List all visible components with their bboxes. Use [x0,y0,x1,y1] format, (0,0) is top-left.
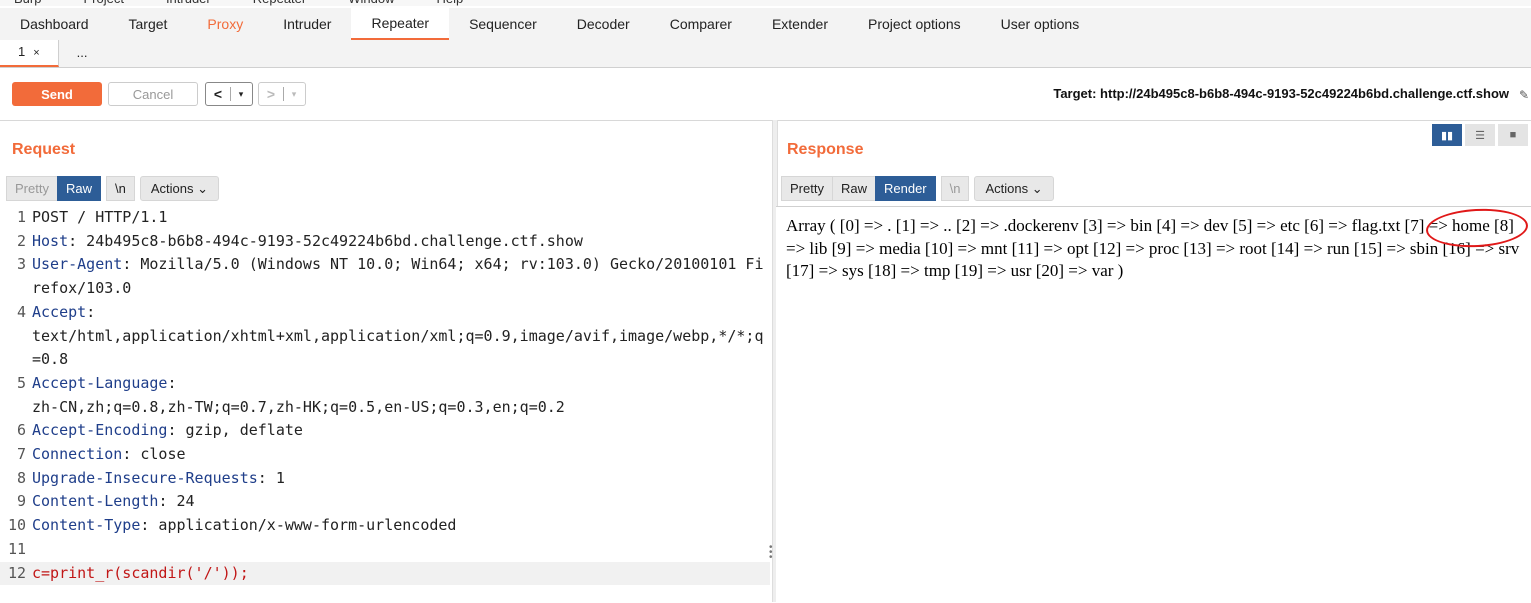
dropdown-icon[interactable]: ▾ [231,89,251,100]
request-editor[interactable]: 1 POST / HTTP/1.1 2 Host: 24b495c8-b6b8-49… [0,206,770,602]
request-line: 11 [0,538,770,562]
header-value: : 24b495c8-b6b8-494c-9193-52c49224b6bd.c… [68,231,583,250]
tab-repeater[interactable]: Repeater [351,8,450,40]
request-line: 1 POST / HTTP/1.1 [0,206,770,230]
header-name: Upgrade-Insecure-Requests [32,468,258,487]
line-number: 9 [16,492,26,511]
request-line-text: POST / HTTP/1.1 [32,208,168,226]
layout-toggle: ▮▮ ☰ ■ [1432,124,1531,146]
request-pretty-button[interactable]: Pretty [6,176,58,201]
repeater-tab-new[interactable]: ... [59,40,106,67]
response-newline-button[interactable]: \n [940,176,970,201]
request-view-buttons: Pretty Raw \n Actions ⌄ [6,176,219,201]
line-number: 12 [7,563,26,582]
response-title: Response [787,141,864,158]
header-value: : close [122,445,186,464]
header-value: : text/html,application/xhtml+xml,applic… [32,302,764,369]
response-raw-button[interactable]: Raw [831,176,876,201]
header-name: Accept-Language [32,373,168,392]
rendered-output: Array ( [0] => . [1] => .. [2] => .docke… [786,216,1520,280]
request-line: 5 Accept-Language: zh-CN,zh;q=0.8,zh-TW;q… [0,372,770,419]
line-number: 1 [16,208,26,226]
line-number: 2 [16,231,26,250]
line-number: 3 [16,255,26,274]
tab-target[interactable]: Target [109,8,188,40]
pencil-icon[interactable]: ✎ [1519,88,1529,102]
chevron-left-icon: < [213,86,223,102]
request-line: 10 Content-Type: application/x-www-form-u… [0,514,770,538]
header-value: : 24 [158,492,195,511]
tab-sequencer[interactable]: Sequencer [449,8,557,40]
send-button[interactable]: Send [12,82,102,106]
request-line: 6 Accept-Encoding: gzip, deflate [0,419,770,443]
header-value: : gzip, deflate [167,421,303,440]
dropdown-icon[interactable]: ▾ [284,89,304,100]
menu-bar: BurpProjectIntruderRepeaterWindowHelp [0,0,1531,6]
repeater-tab-1[interactable]: 1 × [0,40,59,67]
request-line: 2 Host: 24b495c8-b6b8-494c-9193-52c49224b… [0,230,770,254]
header-value: : Mozilla/5.0 (Windows NT 10.0; Win64; x… [32,255,764,298]
history-forward-button[interactable]: > ▾ [258,82,306,106]
request-body-line: 12 c=print_r(scandir('/')); [0,561,770,586]
repeater-subtab-bar: 1 × ... [0,40,1531,68]
tab-decoder[interactable]: Decoder [557,8,650,40]
request-line: 4 Accept: text/html,application/xhtml+xml… [0,301,770,372]
tab-comparer[interactable]: Comparer [650,8,752,40]
header-value: : 1 [257,468,285,487]
request-body: c=print_r(scandir('/')); [32,563,249,582]
rows-layout-icon[interactable]: ☰ [1465,124,1495,146]
main-tab-bar: Dashboard Target Proxy Intruder Repeater… [0,8,1531,41]
tab-extender[interactable]: Extender [752,8,848,40]
request-actions-button[interactable]: Actions ⌄ [139,176,219,201]
tab-dashboard[interactable]: Dashboard [0,8,109,40]
request-line: 9 Content-Length: 24 [0,490,770,514]
columns-layout-icon[interactable]: ▮▮ [1432,124,1462,146]
request-raw-button[interactable]: Raw [56,176,101,201]
header-name: Content-Type [32,516,141,535]
response-render-button[interactable]: Render [874,176,936,201]
response-pretty-button[interactable]: Pretty [781,176,833,201]
request-line: 3 User-Agent: Mozilla/5.0 (Windows NT 10.… [0,253,770,300]
line-number: 11 [7,539,26,558]
header-name: User-Agent [32,255,123,274]
line-number: 10 [7,516,26,535]
header-value: : application/x-www-form-urlencoded [140,516,457,535]
tab-project-options[interactable]: Project options [848,8,981,40]
tab-intruder[interactable]: Intruder [263,8,351,40]
close-icon[interactable]: × [33,47,39,59]
repeater-toolbar: Send Cancel < ▾ > ▾ Target: http://24b49… [0,68,1531,121]
request-title: Request [12,141,76,158]
line-number: 6 [16,421,26,440]
header-name: Content-Length [32,492,159,511]
response-render-view[interactable]: Array ( [0] => . [1] => .. [2] => .docke… [776,206,1531,603]
tab-proxy[interactable]: Proxy [187,8,263,40]
header-name: Connection [32,445,123,464]
tab-user-options[interactable]: User options [981,8,1100,40]
chevron-right-icon: > [266,86,276,102]
repeater-tab-label: 1 [18,44,26,59]
request-newline-button[interactable]: \n [105,176,135,201]
request-line: 8 Upgrade-Insecure-Requests: 1 [0,467,770,491]
line-number: 5 [16,373,26,392]
line-number: 4 [16,302,26,321]
response-view-buttons: Pretty Raw Render \n Actions ⌄ [781,176,1054,201]
header-name: Host [32,231,69,250]
header-name: Accept-Encoding [32,421,168,440]
response-actions-button[interactable]: Actions ⌄ [974,176,1054,201]
header-name: Accept [32,302,87,321]
history-back-button[interactable]: < ▾ [205,82,253,106]
request-line: 7 Connection: close [0,443,770,467]
single-layout-icon[interactable]: ■ [1498,124,1528,146]
line-number: 7 [16,445,26,464]
splitter-grip-icon[interactable]: • • • [769,543,773,563]
target-url: Target: http://24b495c8-b6b8-494c-9193-5… [1053,86,1509,101]
line-number: 8 [16,468,26,487]
cancel-button[interactable]: Cancel [108,82,198,106]
